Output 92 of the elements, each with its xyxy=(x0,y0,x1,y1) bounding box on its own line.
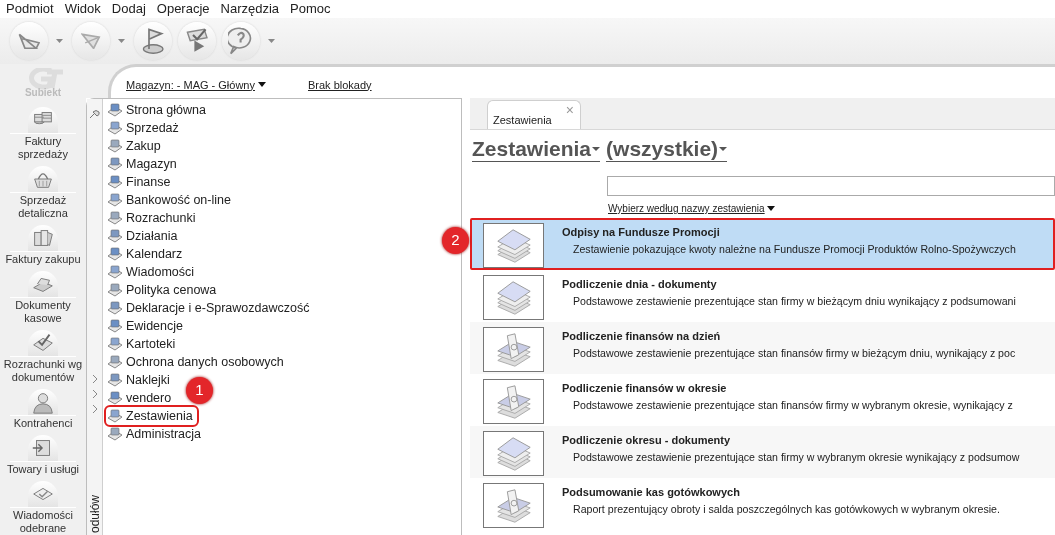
caret-icon[interactable] xyxy=(55,39,63,43)
module-item[interactable]: Magazyn xyxy=(106,155,181,173)
report-title: Podliczenie okresu - dokumenty xyxy=(562,433,732,447)
search-mode-dropdown[interactable]: Wybierz według nazwy zestawienia xyxy=(608,201,775,216)
report-title: Podliczenie dnia - dokumenty xyxy=(562,277,718,291)
warehouse-dropdown[interactable]: Magazyn: - MAG - Główny xyxy=(126,76,266,93)
nav-button[interactable]: Sprzedaż detaliczna xyxy=(0,166,86,220)
module-item[interactable]: Administracja xyxy=(106,425,206,443)
flag-icon xyxy=(141,27,165,55)
module-item[interactable]: vendero xyxy=(106,389,176,407)
report-description: Raport prezentujący obroty i salda poszczególnych kas gotówkowych w wybranym okresie. xyxy=(573,502,1000,516)
module-item[interactable]: Strona główna xyxy=(106,101,210,119)
menu-item[interactable]: Narzędzia xyxy=(220,0,280,19)
module-icon xyxy=(107,192,123,208)
checklist-button[interactable] xyxy=(178,22,216,60)
report-title: Podsumowanie kas gotówkowych xyxy=(562,485,741,499)
module-icon xyxy=(107,228,123,244)
report-row[interactable]: Podliczenie okresu - dokumenty Podstawowe zestawienie prezentujące stan firmy w wybranym okresie wynikający z podsumow xyxy=(470,426,1055,478)
module-icon xyxy=(107,210,123,226)
callout-badge: 1 xyxy=(186,377,213,404)
module-icon xyxy=(107,120,123,136)
module-icon xyxy=(107,246,123,262)
module-item[interactable]: Bankowość on-line xyxy=(106,191,235,209)
report-row[interactable]: Podliczenie finansów na dzień Podstawowe zestawienie prezentujące stan finansów firmy w bieżącym dniu, wynikający z poc xyxy=(470,322,1055,374)
search-field[interactable] xyxy=(607,176,1055,196)
module-icon xyxy=(107,300,123,316)
lock-status-link[interactable]: Brak blokady xyxy=(308,76,372,93)
forward-button[interactable] xyxy=(72,22,110,60)
report-description: Podstawowe zestawienie prezentujące stan finansów firmy w bieżącym dniu, wynikający z poc xyxy=(573,346,1016,360)
report-description: Podstawowe zestawienie prezentujące stan firmy w bieżącym dniu wynikający z podsumowani xyxy=(573,294,1016,308)
tab[interactable]: Zestawienia × xyxy=(487,100,581,129)
module-item[interactable]: Finanse xyxy=(106,173,175,191)
module-icon xyxy=(107,372,123,388)
flag-button[interactable] xyxy=(134,22,172,60)
nav-button[interactable]: Dokumenty kasowe xyxy=(0,271,86,325)
module-icon xyxy=(107,336,123,352)
module-icon xyxy=(107,264,123,280)
module-icon xyxy=(107,390,123,406)
category-dropdown[interactable]: Zestawienia xyxy=(472,137,601,162)
module-icon xyxy=(107,408,123,424)
module-item[interactable]: Wiadomości xyxy=(106,263,199,281)
caret-icon xyxy=(592,147,601,151)
module-item[interactable]: Naklejki xyxy=(106,371,174,389)
checklist-icon xyxy=(185,28,209,54)
nav-button[interactable]: Faktury zakupu xyxy=(0,225,86,266)
menu-item[interactable]: Dodaj xyxy=(111,0,146,19)
module-item[interactable]: Kalendarz xyxy=(106,245,187,263)
nav-button[interactable]: Faktury sprzedaży xyxy=(0,107,86,161)
module-icon xyxy=(107,282,123,298)
caret-icon xyxy=(258,82,266,88)
menu-item[interactable]: Widok xyxy=(64,0,101,19)
report-title: Odpisy na Fundusze Promocji xyxy=(562,225,721,239)
module-icon xyxy=(107,102,123,118)
module-item[interactable]: Ochrona danych osobowych xyxy=(106,353,288,371)
module-icon xyxy=(107,354,123,370)
back-button[interactable] xyxy=(10,22,48,60)
module-item[interactable]: Polityka cenowa xyxy=(106,281,221,299)
module-item[interactable]: Ewidencje xyxy=(106,317,187,335)
module-item[interactable]: Sprzedaż xyxy=(106,119,183,137)
module-item[interactable]: Działania xyxy=(106,227,182,245)
caret-icon xyxy=(766,206,775,211)
callout-badge: 2 xyxy=(442,227,469,254)
module-icon xyxy=(107,174,123,190)
nav-button[interactable]: Rozrachunki wg dokumentów xyxy=(0,330,86,384)
module-item[interactable]: Rozrachunki xyxy=(106,209,200,227)
help-button[interactable] xyxy=(222,22,260,60)
pin-icon[interactable] xyxy=(88,109,101,119)
report-description: Podstawowe zestawienie prezentujące stan finansów firmy w wybranym okresie, wynikający z xyxy=(573,398,1013,412)
caret-icon xyxy=(719,147,728,151)
module-item[interactable]: Zakup xyxy=(106,137,165,155)
menu-item[interactable]: Podmiot xyxy=(6,0,54,19)
nav-button[interactable]: Kontrahenci xyxy=(0,389,86,430)
nav-button[interactable]: Wiadomości odebrane xyxy=(0,481,86,535)
module-item[interactable]: Zestawienia xyxy=(106,407,197,425)
caret-icon[interactable] xyxy=(117,39,125,43)
module-icon xyxy=(107,318,123,334)
report-title: Podliczenie finansów w okresie xyxy=(562,381,728,395)
caret-icon[interactable] xyxy=(267,39,275,43)
report-title: Podliczenie finansów na dzień xyxy=(562,329,722,343)
nav-button[interactable]: Towary i usługi xyxy=(0,435,86,476)
module-item[interactable]: Kartoteki xyxy=(106,335,180,353)
panel-label: odułów xyxy=(88,494,102,533)
menu-item[interactable]: Pomoc xyxy=(290,0,331,19)
module-icon xyxy=(107,156,123,172)
menu-item[interactable]: Operacje xyxy=(156,0,210,19)
module-item[interactable]: Deklaracje i e-Sprawozdawczość xyxy=(106,299,314,317)
module-icon xyxy=(107,138,123,154)
module-icon xyxy=(107,426,123,442)
help-icon xyxy=(228,27,254,55)
filter-dropdown[interactable]: (wszystkie) xyxy=(606,137,728,162)
report-description: Podstawowe zestawienie prezentujące stan firmy w wybranym okresie wynikający z podsumow xyxy=(573,450,1020,464)
report-description: Zestawienie pokazujące kwoty należne na Fundusze Promocji Produktów Rolno-Spożywczych xyxy=(573,242,1016,256)
